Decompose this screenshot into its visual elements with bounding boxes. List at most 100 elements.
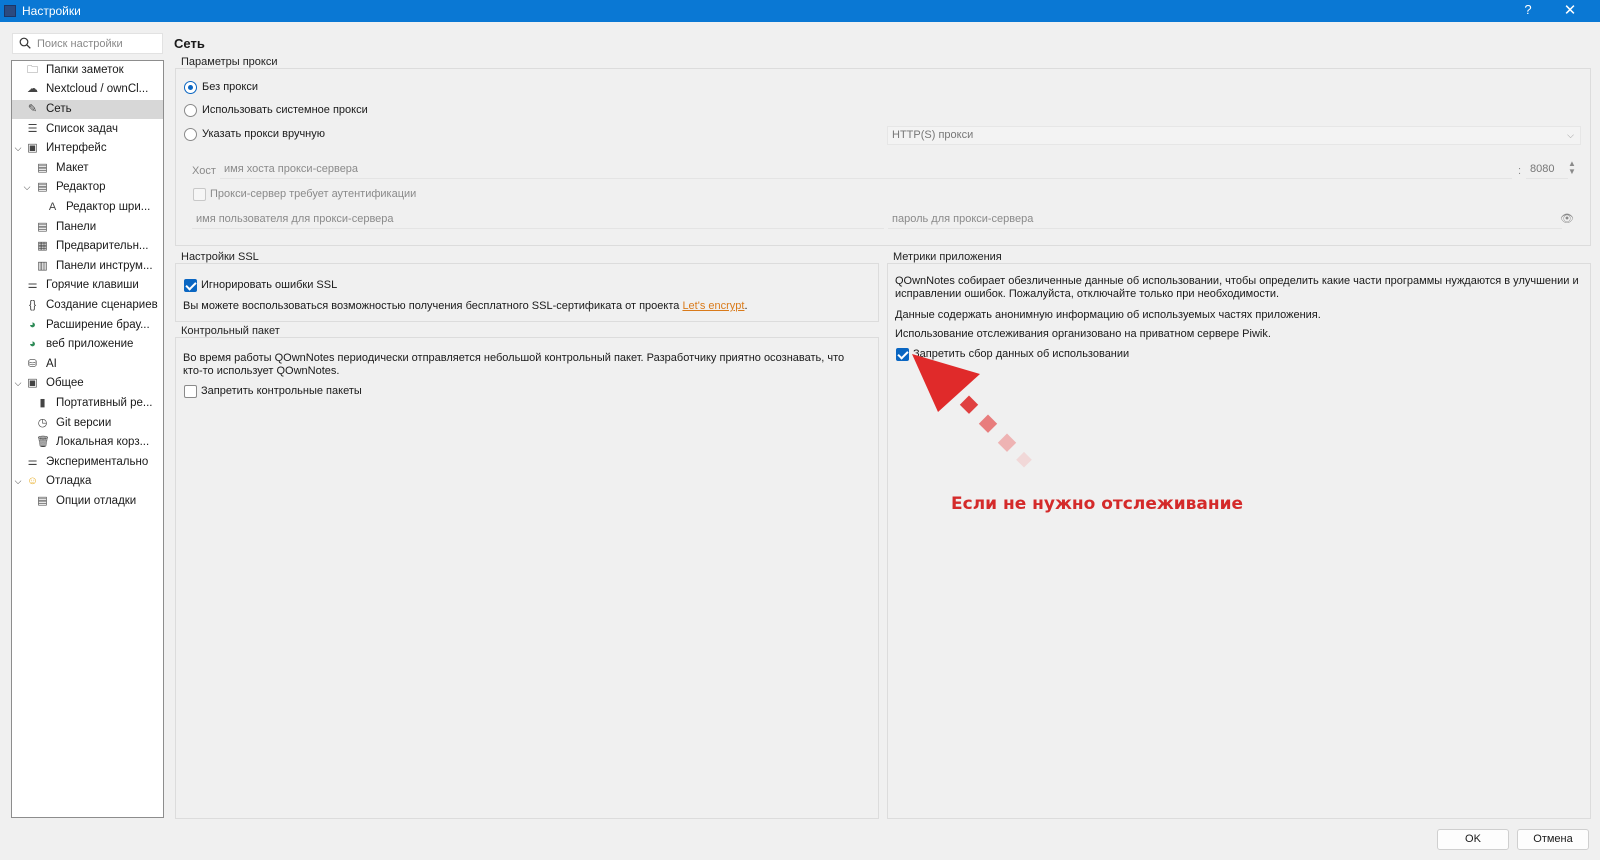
- ssl-info-text: Вы можете воспользоваться возможностью п…: [183, 300, 748, 312]
- chevron-down-icon[interactable]: ⌵: [13, 472, 23, 491]
- editor-icon: ▤: [37, 181, 48, 193]
- proxy-auth-checkbox[interactable]: [193, 188, 206, 201]
- sidebar-item-editor-fonts[interactable]: A Редактор шри...: [12, 198, 163, 217]
- sidebar-item-debug[interactable]: ⌵ ☺ Отладка: [12, 472, 163, 491]
- sidebar-item-general[interactable]: ⌵ ▣ Общее: [12, 374, 163, 393]
- ignore-ssl-errors-label[interactable]: Игнорировать ошибки SSL: [201, 279, 337, 291]
- proxy-host-input[interactable]: имя хоста прокси-сервера: [220, 161, 1512, 179]
- network-icon: ✎: [27, 103, 38, 115]
- proxy-password-input[interactable]: пароль для прокси-сервера: [888, 211, 1562, 229]
- preview-icon: ▦: [37, 240, 48, 252]
- disable-heartbeat-label[interactable]: Запретить контрольные пакеты: [201, 385, 362, 397]
- settings-search[interactable]: [12, 33, 163, 54]
- ignore-ssl-errors-checkbox[interactable]: [184, 279, 197, 292]
- metrics-group: [887, 263, 1591, 819]
- no-proxy-radio[interactable]: [184, 81, 197, 94]
- heartbeat-group: [175, 337, 879, 819]
- sidebar-item-editor[interactable]: ⌵ ▤ Редактор: [12, 178, 163, 197]
- cancel-button[interactable]: Отмена: [1517, 829, 1589, 850]
- port-separator: :: [1518, 165, 1522, 177]
- ssl-info-suffix: .: [744, 300, 748, 312]
- todo-list-icon: ☰: [27, 123, 38, 135]
- no-proxy-label[interactable]: Без прокси: [202, 81, 258, 93]
- close-button[interactable]: ✕: [1562, 1, 1578, 19]
- debug-options-icon: ▤: [37, 495, 48, 507]
- proxy-type-select[interactable]: HTTP(S) прокси ⌵: [887, 126, 1581, 145]
- chevron-down-icon[interactable]: ⌵: [22, 178, 32, 197]
- sidebar-item-debug-options[interactable]: ▤ Опции отладки: [12, 492, 163, 511]
- scripting-icon: {}: [28, 299, 37, 311]
- sidebar-item-panels[interactable]: ▤ Панели: [12, 218, 163, 237]
- sidebar-item-experimental[interactable]: ⚌ Экспериментально: [12, 453, 163, 472]
- annotation-arrow-icon: [912, 354, 1032, 468]
- shortcuts-icon: ⚌: [27, 279, 38, 291]
- sidebar-item-local-trash[interactable]: 🗑 Локальная корз...: [12, 433, 163, 452]
- sidebar-item-preview[interactable]: ▦ Предварительн...: [12, 237, 163, 256]
- cloud-icon: ☁: [27, 83, 38, 95]
- sidebar-item-ai[interactable]: ⛁ AI: [12, 355, 163, 374]
- proxy-port-input[interactable]: 8080: [1526, 161, 1568, 179]
- title-bar: Настройки ? ✕: [0, 0, 1600, 22]
- metrics-text-3: Использование отслеживания организовано …: [895, 328, 1271, 340]
- sidebar-item-interface[interactable]: ⌵ ▣ Интерфейс: [12, 139, 163, 158]
- sidebar-item-note-folders[interactable]: 🗀 Папки заметок: [12, 61, 163, 80]
- ssl-info-prefix: Вы можете воспользоваться возможностью п…: [183, 300, 683, 312]
- sidebar-item-shortcuts[interactable]: ⚌ Горячие клавиши: [12, 276, 163, 295]
- proxy-auth-label[interactable]: Прокси-сервер требует аутентификации: [210, 188, 416, 200]
- toolbars-icon: ▥: [37, 260, 48, 272]
- lets-encrypt-link[interactable]: Let's encrypt: [682, 300, 744, 312]
- sidebar-item-portable[interactable]: ▮ Портативный ре...: [12, 394, 163, 413]
- port-spinner[interactable]: ▲ ▼: [1568, 160, 1576, 176]
- font-icon: A: [48, 201, 57, 213]
- host-label: Хост: [192, 165, 216, 177]
- web-app-icon: ◕: [29, 338, 36, 350]
- page-title: Сеть: [174, 36, 205, 51]
- sidebar-item-nextcloud[interactable]: ☁ Nextcloud / ownCl...: [12, 80, 163, 99]
- sidebar-item-git[interactable]: ◷ Git версии: [12, 414, 163, 433]
- app-icon: [4, 5, 16, 17]
- general-icon: ▣: [27, 377, 38, 389]
- heartbeat-text: Во время работы QOwnNotes периодически о…: [183, 352, 845, 377]
- interface-icon: ▣: [27, 142, 38, 154]
- proxy-type-value: HTTP(S) прокси: [892, 129, 974, 141]
- experimental-icon: ⚌: [27, 456, 38, 468]
- heartbeat-group-title: Контрольный пакет: [179, 325, 282, 337]
- git-icon: ◷: [37, 417, 48, 429]
- browser-extension-icon: ◕: [29, 319, 36, 331]
- trash-icon: 🗑: [36, 436, 50, 448]
- search-icon: [19, 37, 31, 49]
- chevron-down-icon[interactable]: ⌵: [13, 139, 23, 158]
- sidebar-item-scripting[interactable]: {} Создание сценариев: [12, 296, 163, 315]
- ok-button[interactable]: OK: [1437, 829, 1509, 850]
- metrics-group-title: Метрики приложения: [891, 251, 1004, 263]
- sidebar-item-layout[interactable]: ▤ Макет: [12, 159, 163, 178]
- manual-proxy-label[interactable]: Указать прокси вручную: [202, 128, 325, 140]
- search-input[interactable]: [37, 36, 159, 51]
- sidebar-item-browser-extension[interactable]: ◕ Расширение брау...: [12, 316, 163, 335]
- annotation-text: Если не нужно отслеживание: [951, 494, 1244, 514]
- ai-icon: ⛁: [27, 358, 38, 370]
- sidebar-item-todo[interactable]: ☰ Список задач: [12, 120, 163, 139]
- eye-icon[interactable]: 👁: [1560, 212, 1574, 225]
- system-proxy-label[interactable]: Использовать системное прокси: [202, 104, 368, 116]
- manual-proxy-radio[interactable]: [184, 128, 197, 141]
- sidebar-item-web-app[interactable]: ◕ веб приложение: [12, 335, 163, 354]
- ssl-group: [175, 263, 879, 322]
- metrics-text-1: QOwnNotes собирает обезличенные данные о…: [895, 275, 1579, 300]
- debug-icon: ☺: [26, 475, 39, 487]
- sidebar-item-network[interactable]: ✎ Сеть: [12, 100, 163, 119]
- chevron-down-icon: ⌵: [1567, 130, 1574, 140]
- metrics-text-2: Данные содержать анонимную информацию об…: [895, 309, 1321, 321]
- portable-icon: ▮: [39, 397, 46, 409]
- window-title: Настройки: [22, 4, 81, 18]
- settings-tree[interactable]: 🗀 Папки заметок ☁ Nextcloud / ownCl... ✎…: [11, 60, 164, 818]
- sidebar-item-toolbars[interactable]: ▥ Панели инструм...: [12, 257, 163, 276]
- system-proxy-radio[interactable]: [184, 104, 197, 117]
- ssl-group-title: Настройки SSL: [179, 251, 261, 263]
- chevron-down-icon[interactable]: ⌵: [13, 374, 23, 393]
- proxy-username-input[interactable]: имя пользователя для прокси-сервера: [192, 211, 884, 229]
- help-button[interactable]: ?: [1521, 2, 1535, 17]
- panels-icon: ▤: [37, 221, 48, 233]
- layout-icon: ▤: [37, 162, 48, 174]
- disable-heartbeat-checkbox[interactable]: [184, 385, 197, 398]
